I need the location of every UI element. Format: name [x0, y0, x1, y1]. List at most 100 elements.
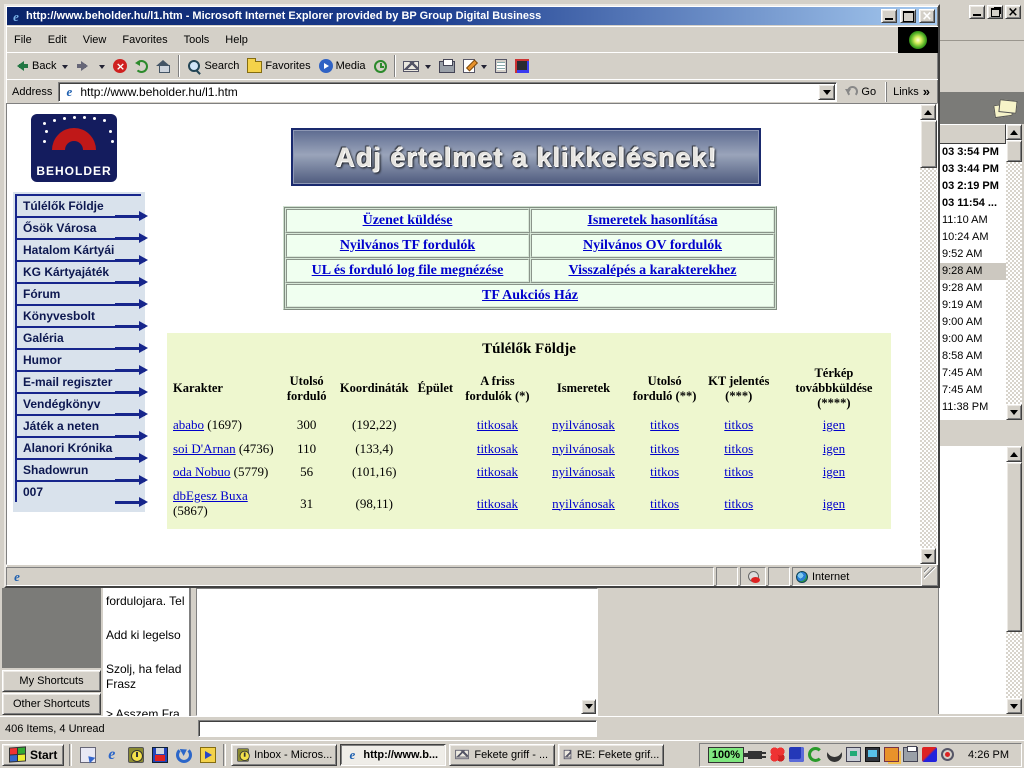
pen-tray-icon[interactable] [922, 747, 937, 762]
antivirus-tray-icon[interactable] [770, 747, 785, 762]
minimize-icon[interactable] [969, 5, 985, 19]
launch-media-player-icon[interactable] [197, 744, 218, 765]
message-time[interactable]: 8:58 AM [939, 348, 1006, 365]
lastturn-link[interactable]: titkos [650, 441, 679, 456]
link-tf-aukcios-haz[interactable]: TF Aukciós Ház [482, 288, 578, 303]
launch-save-tool-icon[interactable] [149, 744, 170, 765]
battery-indicator[interactable]: 100% [708, 747, 744, 763]
knowledge-link[interactable]: nyilvánosak [552, 417, 615, 432]
message-time[interactable]: 11:38 PM [939, 399, 1006, 416]
task-message-re-fekete-griff[interactable]: RE: Fekete grif... [558, 744, 664, 766]
scrollbar-thumb[interactable] [920, 120, 937, 168]
show-desktop-icon[interactable] [77, 744, 98, 765]
sidebar-item-kg-kartyajatek[interactable]: KG Kártyajáték [15, 260, 141, 282]
windows-tray-icon[interactable] [884, 747, 899, 762]
fresh-link[interactable]: titkosak [477, 417, 518, 432]
magnifier-tray-icon[interactable] [941, 748, 954, 761]
link-ismeretek-hasonlitasa[interactable]: Ismeretek hasonlítása [587, 213, 717, 228]
map-link[interactable]: igen [823, 441, 845, 456]
chevron-down-icon[interactable] [481, 65, 487, 72]
knowledge-link[interactable]: nyilvánosak [552, 441, 615, 456]
edit-button[interactable] [459, 54, 491, 78]
fresh-link[interactable]: titkosak [477, 464, 518, 479]
sidebar-item-humor[interactable]: Humor [15, 348, 141, 370]
received-column-header[interactable] [939, 124, 1006, 144]
task-message-fekete-griff[interactable]: Fekete griff - ... [449, 744, 555, 766]
restore-icon[interactable] [987, 5, 1003, 19]
task-inbox[interactable]: Inbox - Micros... [231, 744, 337, 766]
menu-tools[interactable]: Tools [176, 28, 218, 52]
character-link[interactable]: ababo [173, 417, 204, 432]
sidebar-item-galeria[interactable]: Galéria [15, 326, 141, 348]
display-tray-icon[interactable] [865, 747, 880, 762]
message-time[interactable]: 03 2:19 PM [939, 178, 1006, 195]
message-list-scrollbar[interactable] [1006, 124, 1022, 420]
message-time[interactable]: 9:19 AM [939, 297, 1006, 314]
message-time[interactable]: 9:00 AM [939, 331, 1006, 348]
beholder-logo[interactable]: BEHOLDER [31, 114, 117, 182]
scrollbar-track[interactable] [920, 168, 937, 548]
link-nyilvanos-ov-fordulok[interactable]: Nyilvános OV fordulók [583, 238, 722, 253]
chevron-down-icon[interactable] [425, 65, 431, 72]
go-button[interactable]: Go [841, 82, 882, 102]
lastturn-link[interactable]: titkos [650, 496, 679, 511]
map-link[interactable]: igen [823, 496, 845, 511]
scroll-down-icon[interactable] [1006, 698, 1022, 714]
link-uzenet-kuldese[interactable]: Üzenet küldése [363, 213, 453, 228]
fresh-link[interactable]: titkosak [477, 441, 518, 456]
message-time[interactable]: 03 3:44 PM [939, 161, 1006, 178]
printer-tray-icon[interactable] [903, 747, 918, 762]
power-plug-icon[interactable] [748, 751, 762, 759]
favorites-button[interactable]: Favorites [243, 54, 314, 78]
sidebar-item-jatek-a-neten[interactable]: Játék a neten [15, 414, 141, 436]
start-button[interactable]: Start [2, 744, 64, 766]
character-link[interactable]: soi D'Arnan [173, 441, 236, 456]
messenger-button[interactable] [511, 54, 533, 78]
scrollbar-track[interactable] [1006, 162, 1022, 404]
sidebar-item-konyvesbolt[interactable]: Könyvesbolt [15, 304, 141, 326]
sidebar-item-tulelok-foldje[interactable]: Túlélők Földje [15, 194, 141, 216]
scroll-up-icon[interactable] [920, 104, 936, 120]
my-shortcuts-button[interactable]: My Shortcuts [2, 670, 101, 692]
scrollbar-thumb[interactable] [1006, 140, 1022, 162]
ktreport-link[interactable]: titkos [724, 417, 753, 432]
page-scrollbar[interactable] [920, 104, 937, 564]
campaign-banner[interactable]: Adj értelmet a klikkelésnek! [291, 128, 761, 186]
refresh-button[interactable] [131, 54, 152, 78]
menu-edit[interactable]: Edit [40, 28, 75, 52]
sidebar-item-forum[interactable]: Fórum [15, 282, 141, 304]
address-field[interactable]: http://www.beholder.hu/l1.htm [58, 82, 837, 102]
sidebar-item-vendegkonyv[interactable]: Vendégkönyv [15, 392, 141, 414]
message-time[interactable]: 10:24 AM [939, 229, 1006, 246]
sidebar-item-007[interactable]: 007 [15, 480, 141, 502]
close-icon[interactable] [919, 9, 935, 23]
ktreport-link[interactable]: titkos [724, 441, 753, 456]
history-button[interactable] [370, 54, 391, 78]
minimize-icon[interactable] [881, 9, 897, 23]
taskbar-clock[interactable]: 4:26 PM [958, 749, 1015, 761]
link-nyilvanos-tf-fordulok[interactable]: Nyilvános TF fordulók [340, 238, 475, 253]
address-url[interactable]: http://www.beholder.hu/l1.htm [80, 85, 814, 99]
map-link[interactable]: igen [823, 464, 845, 479]
launch-outlook-icon[interactable] [125, 744, 146, 765]
stop-button[interactable] [109, 54, 131, 78]
ktreport-link[interactable]: titkos [724, 496, 753, 511]
message-time[interactable]: 11:10 AM [939, 212, 1006, 229]
character-link[interactable]: oda Nobuo [173, 464, 230, 479]
menu-view[interactable]: View [75, 28, 115, 52]
knowledge-link[interactable]: nyilvánosak [552, 496, 615, 511]
network-computer-tray-icon[interactable] [846, 747, 861, 762]
sidebar-item-hatalom-kartyai[interactable]: Hatalom Kártyái [15, 238, 141, 260]
sidebar-item-osok-varosa[interactable]: Ősök Városa [15, 216, 141, 238]
link-visszalepes-karakterekhez[interactable]: Visszalépés a karakterekhez [569, 263, 737, 278]
scrollbar-track[interactable] [1006, 632, 1022, 698]
scroll-down-icon[interactable] [920, 548, 936, 564]
message-time[interactable]: 03 11:54 ... [939, 195, 1006, 212]
character-link[interactable]: dbEgesz Buxa [173, 488, 248, 503]
sidebar-item-shadowrun[interactable]: Shadowrun [15, 458, 141, 480]
other-shortcuts-button[interactable]: Other Shortcuts [2, 693, 101, 715]
scroll-up-icon[interactable] [1006, 124, 1022, 140]
message-time-selected[interactable]: 9:28 AM [939, 263, 1006, 280]
launch-sync-icon[interactable] [173, 744, 194, 765]
scrollbar-thumb[interactable] [1006, 462, 1022, 632]
